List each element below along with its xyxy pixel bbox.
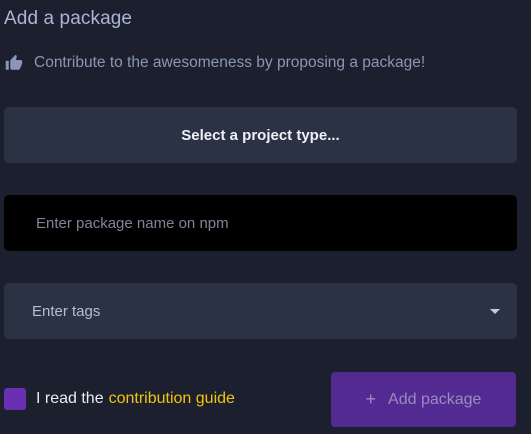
page-subtitle: Contribute to the awesomeness by proposi… bbox=[4, 52, 425, 74]
plus-icon: + bbox=[365, 389, 377, 409]
tags-placeholder: Enter tags bbox=[32, 302, 101, 320]
consent-checkbox[interactable] bbox=[4, 388, 26, 410]
tags-select[interactable]: Enter tags bbox=[4, 283, 517, 339]
contribution-consent: I read the contribution guide bbox=[4, 388, 235, 410]
project-type-label: Select a project type... bbox=[181, 126, 340, 144]
add-package-label: Add package bbox=[388, 390, 482, 408]
project-type-select[interactable]: Select a project type... bbox=[4, 107, 517, 163]
contribution-guide-link[interactable]: contribution guide bbox=[109, 390, 235, 408]
page-title: Add a package bbox=[4, 8, 133, 29]
subtitle-text: Contribute to the awesomeness by proposi… bbox=[34, 54, 426, 71]
add-package-button[interactable]: + Add package bbox=[331, 372, 516, 427]
caret-down-icon[interactable] bbox=[490, 309, 500, 314]
thumbs-up-icon bbox=[4, 53, 24, 73]
package-name-input[interactable] bbox=[4, 195, 517, 251]
consent-label: I read the bbox=[36, 390, 104, 407]
